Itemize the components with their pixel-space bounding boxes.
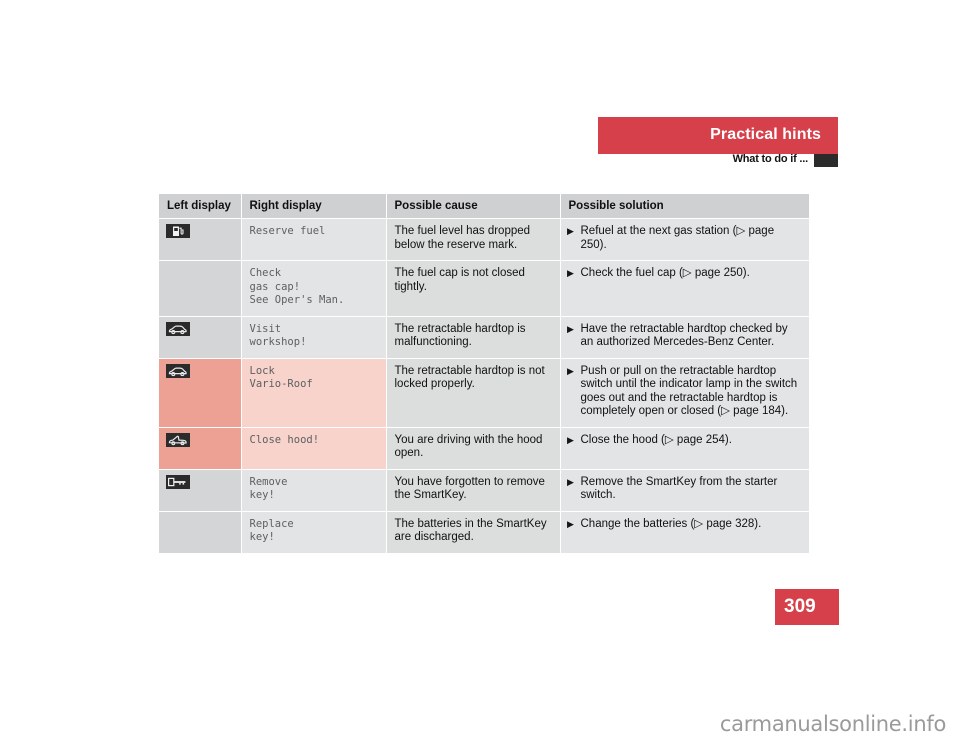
table-row: Visit workshop! The retractable hardtop i… [159, 316, 809, 359]
solution-bullet-arrow-icon: ▶ [567, 323, 574, 334]
solution-bullet-arrow-icon: ▶ [567, 518, 574, 529]
cell-possible-solution: ▶ Have the retractable hardtop checked by… [559, 316, 809, 359]
watermark: carmanualsonline.info [719, 712, 946, 736]
cell-left-display [159, 218, 241, 261]
cell-possible-solution: ▶ Check the fuel cap (▷ page 250). [559, 260, 809, 317]
cell-possible-cause: The fuel cap is not closed tightly. [385, 260, 560, 317]
smartkey-icon [166, 474, 190, 489]
cell-right-display: Replace key! [240, 511, 386, 554]
solution-bullet-arrow-icon: ▶ [567, 476, 574, 487]
chapter-tab-marker [814, 154, 838, 167]
cause-text: You are driving with the hood open. [394, 433, 543, 460]
column-header-left-display: Left display [159, 194, 241, 219]
cell-possible-cause: The retractable hardtop is not locked pr… [385, 358, 560, 428]
hood-open-icon [166, 432, 190, 447]
table-header-row: Left display Right display Possible caus… [159, 194, 809, 219]
cell-left-display [159, 316, 241, 359]
cell-left-display [159, 358, 241, 428]
table-row: Check gas cap! See Oper's Man. The fuel c… [159, 260, 809, 317]
fuel-pump-icon [166, 224, 190, 238]
solution-text: Have the retractable hardtop checked by … [580, 322, 788, 349]
cell-right-display: Lock Vario-Roof [240, 358, 386, 428]
column-header-right-display: Right display [240, 194, 386, 219]
page-title: Practical hints [710, 126, 821, 143]
solution-text: Push or pull on the retractable hardtop … [580, 364, 798, 418]
solution-bullet-arrow-icon: ▶ [567, 226, 574, 236]
convertible-car-icon [166, 363, 190, 378]
cell-possible-solution: ▶ Remove the SmartKey from the starter sw… [559, 469, 809, 512]
section-subtitle: What to do if ... [732, 153, 809, 165]
display-message-text: Reserve fuel [249, 225, 326, 237]
display-message-text: Check gas cap! See Oper's Man. [249, 267, 345, 306]
cell-left-display [159, 260, 241, 317]
cell-possible-cause: The batteries in the SmartKey are discha… [385, 511, 560, 554]
cell-possible-solution: ▶ Push or pull on the retractable hardtop… [559, 358, 809, 428]
table-row: Remove key! You have forgotten to remove … [159, 469, 809, 512]
page-number-badge: 309 [775, 589, 839, 625]
table-row: Lock Vario-Roof The retractable hardtop i… [159, 358, 809, 428]
cell-left-display [159, 511, 241, 554]
solution-text: Change the batteries (▷ page 328). [580, 517, 762, 530]
solution-text: Check the fuel cap (▷ page 250). [580, 267, 750, 279]
cell-right-display: Visit workshop! [240, 316, 386, 359]
solution-bullet-arrow-icon: ▶ [567, 434, 574, 445]
display-message-text: Replace key! [249, 517, 294, 544]
cause-text: The fuel cap is not closed tightly. [394, 267, 525, 293]
cause-text: The fuel level has dropped below the res… [394, 225, 531, 251]
cause-text: You have forgotten to remove the SmartKe… [394, 475, 545, 502]
solution-text: Refuel at the next gas station (▷ page 2… [580, 225, 775, 251]
cell-left-display [159, 469, 241, 512]
cell-possible-solution: ▶ Refuel at the next gas station (▷ page … [559, 218, 809, 261]
cell-right-display: Check gas cap! See Oper's Man. [240, 260, 386, 317]
cell-right-display: Close hood! [240, 427, 386, 470]
cell-left-display [159, 427, 241, 470]
column-header-possible-solution: Possible solution [559, 194, 809, 219]
cell-possible-solution: ▶ Close the hood (▷ page 254). [559, 427, 809, 470]
convertible-car-icon [166, 321, 190, 336]
page-number: 309 [784, 596, 816, 617]
display-message-text: Lock Vario-Roof [249, 364, 313, 391]
cell-right-display: Remove key! [240, 469, 386, 512]
cell-possible-cause: The retractable hardtop is malfunctionin… [385, 316, 560, 359]
display-message-text: Visit workshop! [249, 322, 307, 349]
section-header-row: What to do if ... [598, 153, 838, 167]
table-row: Reserve fuel The fuel level has dropped b… [159, 218, 809, 261]
cell-possible-cause: The fuel level has dropped below the res… [385, 218, 560, 261]
solution-bullet-arrow-icon: ▶ [567, 365, 574, 376]
cause-text: The retractable hardtop is not locked pr… [394, 364, 545, 391]
solution-text: Remove the SmartKey from the starter swi… [580, 475, 778, 502]
practical-hints-table: Left display Right display Possible caus… [159, 194, 809, 554]
cell-possible-cause: You have forgotten to remove the SmartKe… [385, 469, 560, 512]
cell-possible-cause: You are driving with the hood open. [385, 427, 560, 470]
cause-text: The batteries in the SmartKey are discha… [394, 517, 547, 544]
display-message-text: Close hood! [249, 433, 320, 446]
column-header-possible-cause: Possible cause [385, 194, 560, 219]
table-row: Close hood! You are driving with the hood… [159, 427, 809, 470]
practical-hints-banner: Practical hints [598, 117, 838, 154]
display-message-text: Remove key! [249, 475, 288, 502]
solution-bullet-arrow-icon: ▶ [567, 268, 574, 278]
cell-right-display: Reserve fuel [240, 218, 386, 261]
cause-text: The retractable hardtop is malfunctionin… [394, 322, 526, 349]
table-row: Replace key! The batteries in the SmartKe… [159, 511, 809, 554]
cell-possible-solution: ▶ Change the batteries (▷ page 328). [559, 511, 809, 554]
solution-text: Close the hood (▷ page 254). [580, 433, 732, 446]
